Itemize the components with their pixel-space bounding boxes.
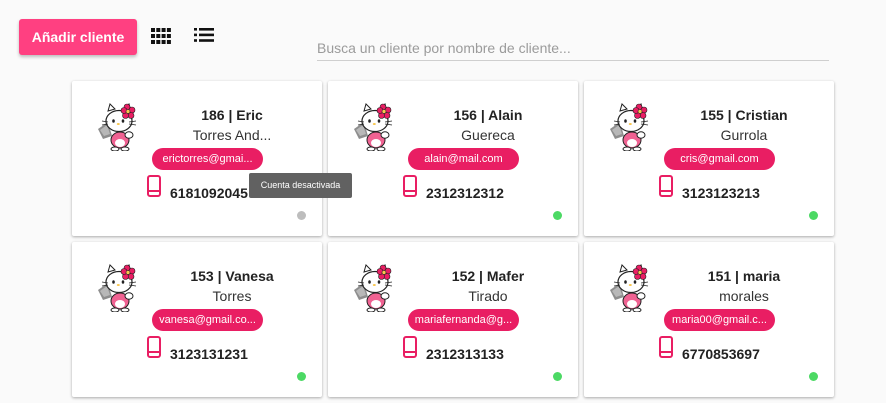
list-view-icon[interactable] xyxy=(194,28,216,46)
client-title: 153 | Vanesa xyxy=(190,268,274,284)
hello-kitty-avatar xyxy=(96,103,142,152)
email-chip[interactable]: maria00@gmail.c... xyxy=(664,309,775,331)
email-chip[interactable]: vanesa@gmail.co... xyxy=(152,309,263,331)
hello-kitty-avatar xyxy=(608,264,654,313)
hello-kitty-avatar xyxy=(352,264,398,313)
phone-icon xyxy=(403,175,417,202)
hello-kitty-avatar xyxy=(352,103,398,152)
phone-icon xyxy=(659,336,673,363)
client-surname: morales xyxy=(719,288,769,304)
client-card[interactable]: 155 | Cristian Gurrola cris@gmail.com 31… xyxy=(584,81,834,236)
phone-number: 3123131231 xyxy=(170,346,248,362)
phone-number: 3123123213 xyxy=(682,185,760,201)
phone-icon xyxy=(147,336,161,363)
client-card[interactable]: 186 | Eric Torres And... erictorres@gmai… xyxy=(72,81,322,236)
client-surname: Guereca xyxy=(461,127,515,143)
deactivated-tooltip: Cuenta desactivada xyxy=(249,173,352,198)
client-card[interactable]: 151 | maria morales maria00@gmail.c... 6… xyxy=(584,242,834,397)
hello-kitty-avatar xyxy=(96,264,142,313)
client-title: 155 | Cristian xyxy=(700,107,788,123)
grid-view-icon[interactable] xyxy=(151,28,173,46)
search-input[interactable] xyxy=(317,36,829,61)
email-chip[interactable]: mariafernanda@g... xyxy=(408,309,519,331)
status-dot[interactable] xyxy=(809,372,818,381)
add-client-button[interactable]: Añadir cliente xyxy=(19,19,137,55)
client-surname: Torres And... xyxy=(192,127,272,143)
phone-number: 6181092045 xyxy=(170,185,248,201)
client-card[interactable]: 153 | Vanesa Torres vanesa@gmail.co... 3… xyxy=(72,242,322,397)
phone-icon xyxy=(659,175,673,202)
phone-number: 6770853697 xyxy=(682,346,760,362)
client-title: 152 | Mafer xyxy=(451,268,525,284)
status-dot[interactable] xyxy=(297,372,306,381)
status-dot[interactable] xyxy=(553,372,562,381)
client-title: 186 | Eric xyxy=(201,107,263,123)
hello-kitty-avatar xyxy=(608,103,654,152)
phone-number: 2312313133 xyxy=(426,346,504,362)
client-card[interactable]: 156 | Alain Guereca alain@mail.com 23123… xyxy=(328,81,578,236)
client-card[interactable]: 152 | Mafer Tirado mariafernanda@g... 23… xyxy=(328,242,578,397)
status-dot[interactable] xyxy=(553,211,562,220)
client-surname: Gurrola xyxy=(720,127,768,143)
email-chip[interactable]: erictorres@gmai... xyxy=(152,148,263,170)
phone-number: 2312312312 xyxy=(426,185,504,201)
client-title: 151 | maria xyxy=(707,268,781,284)
client-surname: Tirado xyxy=(468,288,508,304)
phone-icon xyxy=(403,336,417,363)
status-dot[interactable] xyxy=(809,211,818,220)
status-dot[interactable] xyxy=(297,211,306,220)
email-chip[interactable]: alain@mail.com xyxy=(408,148,519,170)
client-surname: Torres xyxy=(212,288,252,304)
phone-icon xyxy=(147,175,161,202)
email-chip[interactable]: cris@gmail.com xyxy=(664,148,775,170)
client-title: 156 | Alain xyxy=(453,107,523,123)
